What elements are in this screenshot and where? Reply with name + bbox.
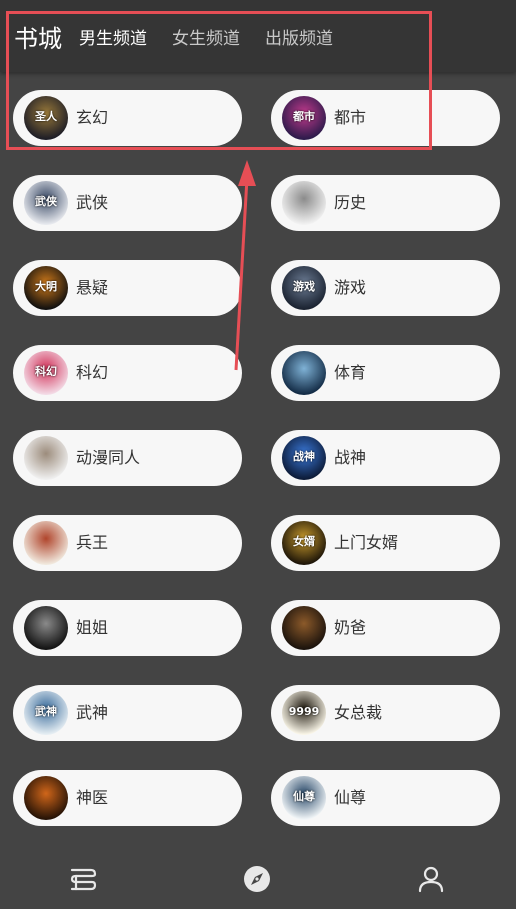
category-label: 奶爸 — [334, 618, 367, 637]
category-label: 女总裁 — [334, 703, 383, 722]
cover-title-text: 仙尊 — [293, 790, 315, 803]
book-cover-thumbnail: 武侠 — [24, 181, 68, 225]
cover-title-text: 9999 — [288, 705, 320, 718]
category-label: 兵王 — [76, 533, 109, 552]
bookshelf-icon[interactable] — [67, 863, 99, 895]
category-item[interactable]: 武侠 武侠 — [13, 175, 242, 231]
compass-icon[interactable] — [241, 863, 273, 895]
top-header: 书城 男生频道 女生频道 出版频道 — [0, 0, 516, 72]
bottom-navigation — [0, 849, 516, 909]
tab-male-channel[interactable]: 男生频道 — [79, 27, 147, 51]
category-label: 历史 — [334, 193, 367, 212]
category-label: 战神 — [334, 448, 367, 467]
category-item[interactable]: 女婿 上门女婿 — [271, 515, 500, 571]
cover-title-text: 圣人 — [35, 110, 57, 123]
category-item[interactable]: 科幻 科幻 — [13, 345, 242, 401]
category-label: 科幻 — [76, 363, 109, 382]
cover-title-text: 武侠 — [35, 195, 57, 208]
book-cover-thumbnail: 9999 — [282, 691, 326, 735]
book-cover-thumbnail: 大明 — [24, 266, 68, 310]
category-item[interactable]: 都市 都市 — [271, 90, 500, 146]
book-cover-thumbnail: 科幻 — [24, 351, 68, 395]
category-label: 动漫同人 — [76, 448, 141, 467]
cover-title-text: 武神 — [35, 705, 57, 718]
book-cover-thumbnail — [24, 776, 68, 820]
category-label: 神医 — [76, 788, 109, 807]
book-cover-thumbnail: 战神 — [282, 436, 326, 480]
cover-title-text: 科幻 — [35, 365, 57, 378]
cover-title-text: 大明 — [35, 280, 57, 293]
category-item[interactable]: 圣人 玄幻 — [13, 90, 242, 146]
book-cover-thumbnail — [24, 521, 68, 565]
category-item[interactable]: 兵王 — [13, 515, 242, 571]
book-cover-thumbnail — [282, 351, 326, 395]
book-cover-thumbnail: 仙尊 — [282, 776, 326, 820]
category-item[interactable]: 战神 战神 — [271, 430, 500, 486]
category-item[interactable]: 神医 — [13, 770, 242, 826]
book-cover-thumbnail — [282, 606, 326, 650]
cover-title-text: 女婿 — [293, 535, 315, 548]
category-item[interactable]: 历史 — [271, 175, 500, 231]
category-item[interactable]: 体育 — [271, 345, 500, 401]
category-label: 悬疑 — [76, 278, 109, 297]
category-label: 游戏 — [334, 278, 367, 297]
category-label: 武侠 — [76, 193, 109, 212]
category-item[interactable]: 姐姐 — [13, 600, 242, 656]
book-cover-thumbnail — [24, 436, 68, 480]
cover-title-text: 战神 — [293, 450, 315, 463]
category-item[interactable]: 武神 武神 — [13, 685, 242, 741]
book-cover-thumbnail: 都市 — [282, 96, 326, 140]
book-cover-thumbnail: 武神 — [24, 691, 68, 735]
page-title: 书城 — [14, 25, 62, 53]
category-item[interactable]: 9999 女总裁 — [271, 685, 500, 741]
cover-title-text: 游戏 — [293, 280, 315, 293]
book-cover-thumbnail — [282, 181, 326, 225]
book-cover-thumbnail: 圣人 — [24, 96, 68, 140]
user-icon[interactable] — [415, 863, 447, 895]
category-label: 都市 — [334, 108, 367, 127]
category-label: 武神 — [76, 703, 109, 722]
category-item[interactable]: 动漫同人 — [13, 430, 242, 486]
category-label: 玄幻 — [76, 108, 109, 127]
category-label: 姐姐 — [76, 618, 109, 637]
category-item[interactable]: 大明 悬疑 — [13, 260, 242, 316]
category-label: 仙尊 — [334, 788, 367, 807]
tab-female-channel[interactable]: 女生频道 — [172, 27, 240, 51]
tab-publishing-channel[interactable]: 出版频道 — [265, 27, 333, 51]
category-label: 上门女婿 — [334, 533, 399, 552]
category-item[interactable]: 仙尊 仙尊 — [271, 770, 500, 826]
book-cover-thumbnail — [24, 606, 68, 650]
category-item[interactable]: 游戏 游戏 — [271, 260, 500, 316]
book-cover-thumbnail: 女婿 — [282, 521, 326, 565]
category-item[interactable]: 奶爸 — [271, 600, 500, 656]
cover-title-text: 都市 — [293, 110, 315, 123]
book-cover-thumbnail: 游戏 — [282, 266, 326, 310]
category-label: 体育 — [334, 363, 367, 382]
